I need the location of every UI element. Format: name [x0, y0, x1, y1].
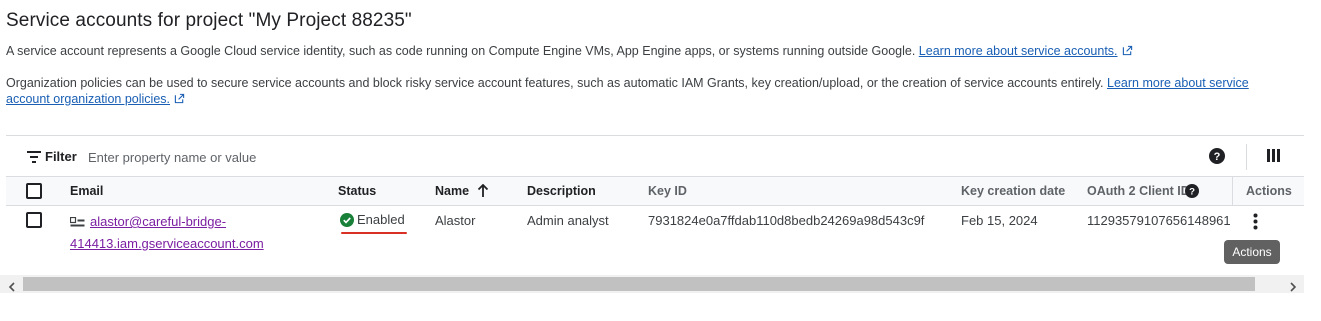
scroll-left-arrow-icon[interactable]	[8, 279, 15, 297]
column-header-status[interactable]: Status	[338, 184, 376, 198]
panel-divider	[6, 135, 1304, 136]
actions-tooltip: Actions	[1224, 240, 1280, 264]
service-account-icon	[69, 214, 85, 234]
status-text: Enabled	[357, 212, 405, 227]
oauth-client-id-cell: 11293579107656148961	[1087, 213, 1231, 228]
filter-bar: Filter ?	[6, 140, 1304, 174]
filter-label: Filter	[45, 149, 77, 164]
external-link-icon	[1122, 44, 1133, 60]
scrollbar-thumb[interactable]	[23, 277, 1255, 291]
page-title: Service accounts for project "My Project…	[6, 10, 412, 31]
select-all-checkbox[interactable]	[26, 183, 42, 199]
column-header-name[interactable]: Name	[435, 184, 469, 198]
external-link-icon	[174, 92, 185, 108]
table-row: alastor@careful-bridge-414413.iam.gservi…	[6, 206, 1304, 276]
column-header-actions: Actions	[1246, 184, 1292, 198]
help-icon[interactable]: ?	[1209, 148, 1227, 166]
column-header-oauth-client-id[interactable]: OAuth 2 Client ID	[1087, 184, 1190, 198]
key-id-cell: 7931824e0a7ffdab110d8bedb24269a98d543c9f	[648, 213, 925, 228]
key-creation-date-cell: Feb 15, 2024	[961, 213, 1038, 228]
column-header-description[interactable]: Description	[527, 184, 596, 198]
svg-text:?: ?	[1189, 187, 1195, 198]
scroll-right-arrow-icon[interactable]	[1290, 279, 1297, 297]
sort-ascending-icon[interactable]	[477, 183, 489, 203]
status-cell: Enabled	[340, 212, 405, 230]
table-header: Email Status Name Description Key ID Key…	[6, 176, 1304, 206]
description-cell: Admin analyst	[527, 213, 609, 228]
more-actions-icon[interactable]	[1253, 213, 1263, 231]
column-header-key-id[interactable]: Key ID	[648, 184, 687, 198]
check-circle-icon	[340, 213, 354, 230]
filter-input[interactable]	[88, 147, 688, 167]
column-display-options-icon[interactable]	[1267, 149, 1283, 165]
column-header-key-creation-date[interactable]: Key creation date	[961, 184, 1065, 198]
name-cell: Alastor	[435, 213, 476, 228]
status-highlight-underline	[341, 232, 407, 234]
horizontal-scrollbar[interactable]	[0, 275, 1304, 293]
svg-text:?: ?	[1214, 151, 1221, 163]
policy-text: Organization policies can be used to sec…	[6, 76, 1108, 90]
actions-column-divider	[1232, 177, 1233, 205]
toolbar-divider	[1246, 144, 1247, 170]
row-checkbox[interactable]	[26, 212, 42, 228]
intro-paragraph: A service account represents a Google Cl…	[6, 43, 1256, 60]
oauth-help-icon[interactable]: ?	[1185, 184, 1199, 203]
policy-paragraph: Organization policies can be used to sec…	[6, 75, 1256, 108]
service-account-email-link[interactable]: alastor@careful-bridge-414413.iam.gservi…	[70, 214, 264, 251]
intro-text: A service account represents a Google Cl…	[6, 44, 919, 58]
email-cell: alastor@careful-bridge-414413.iam.gservi…	[69, 212, 320, 254]
learn-more-service-accounts-link[interactable]: Learn more about service accounts.	[919, 44, 1118, 58]
filter-icon[interactable]	[27, 150, 41, 168]
column-header-email[interactable]: Email	[70, 184, 103, 198]
